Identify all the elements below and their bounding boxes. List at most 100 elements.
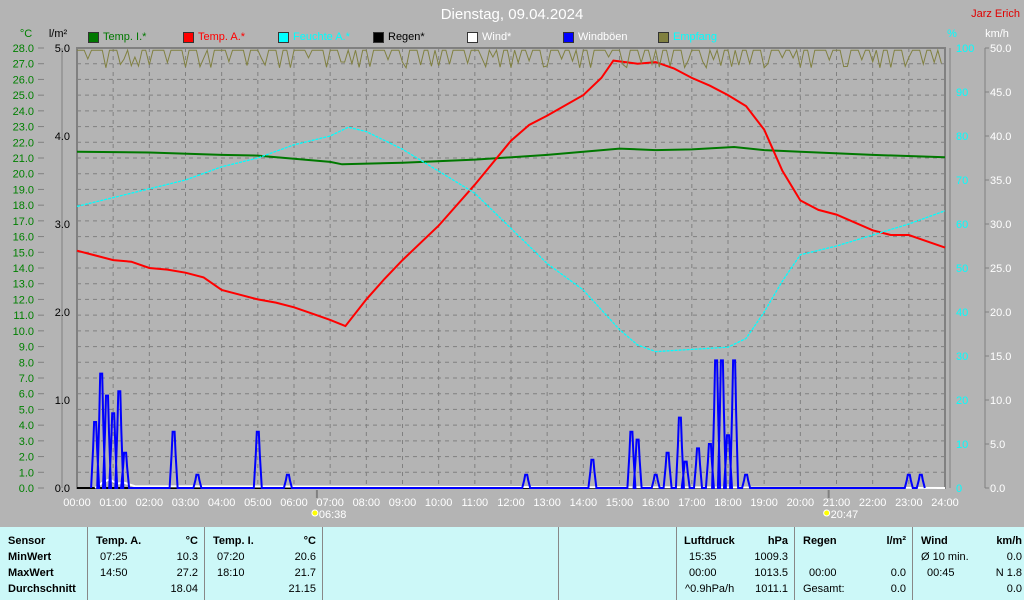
temp-i-min: 20.6 — [294, 551, 316, 563]
temp-tick-label: 3.0 — [19, 436, 34, 448]
col-pressure: Luftdruck hPa 15:35 1009.3 00:00 1013.5 … — [677, 527, 795, 600]
temp-tick-label: 17.0 — [13, 216, 34, 228]
temp-a-unit: °C — [185, 535, 198, 547]
legend-label: Temp. I.* — [103, 31, 147, 43]
series-empfang — [77, 48, 942, 70]
wind-unit: km/h — [996, 535, 1022, 547]
rain-header: Regen — [803, 535, 837, 547]
pressure-min: 1009.3 — [754, 551, 788, 563]
temp-tick-label: 8.0 — [19, 357, 34, 369]
series-windboeen — [90, 359, 926, 489]
temp-tick-label: 12.0 — [13, 294, 34, 306]
pressure-header: Luftdruck — [684, 535, 735, 547]
legend-swatch — [467, 31, 478, 43]
pressure-max-time: 00:00 — [689, 567, 717, 579]
col-rain: Regen l/m² 00:00 0.0 Gesamt: 0.0 — [795, 527, 913, 600]
x-tick-label: 18:00 — [714, 497, 742, 509]
temp-tick-label: 28.0 — [13, 43, 34, 55]
temp-i-min-time: 07:20 — [217, 551, 245, 563]
temp-tick-label: 7.0 — [19, 373, 34, 385]
wind-max-time: 00:45 — [927, 567, 955, 579]
temp-tick-label: 2.0 — [19, 452, 34, 464]
col-empty-1 — [323, 527, 559, 600]
x-tick-label: 08:00 — [353, 497, 381, 509]
x-tick-label: 19:00 — [750, 497, 778, 509]
x-tick-label: 11:00 — [461, 497, 488, 509]
temp-tick-label: 20.0 — [13, 169, 34, 181]
row-label-min: MinWert — [8, 551, 52, 563]
x-tick-label: 06:00 — [280, 497, 308, 509]
wind-tick-label: 15.0 — [990, 351, 1011, 363]
legend-swatch — [183, 31, 194, 43]
temp-tick-label: 10.0 — [13, 326, 34, 338]
temp-tick-label: 27.0 — [13, 59, 34, 71]
rain-total-label: Gesamt: — [803, 583, 845, 595]
temp-tick-label: 25.0 — [13, 90, 34, 102]
temp-axis-unit: °C — [20, 28, 32, 40]
x-tick-label: 14:00 — [570, 497, 598, 509]
legend-swatch — [658, 31, 669, 43]
col-temp-i: Temp. I. °C 07:20 20.6 18:10 21.7 21.15 — [205, 527, 323, 600]
wind-tick-label: 5.0 — [990, 439, 1005, 451]
temp-i-header: Temp. I. — [213, 535, 254, 547]
temp-tick-label: 23.0 — [13, 122, 34, 134]
temp-tick-label: 4.0 — [19, 420, 34, 432]
wind-axis-unit: km/h — [985, 28, 1009, 40]
rain-axis-unit: l/m² — [49, 28, 68, 40]
x-tick-label: 00:00 — [63, 497, 91, 509]
x-tick-label: 10:00 — [425, 497, 453, 509]
legend-label: Temp. A.* — [198, 31, 246, 43]
x-tick-label: 05:00 — [244, 497, 272, 509]
wind-tick-label: 10.0 — [990, 395, 1011, 407]
humidity-tick-label: 80 — [956, 131, 968, 143]
temp-i-unit: °C — [303, 535, 316, 547]
col-temp-a: Temp. A. °C 07:25 10.3 14:50 27.2 18.04 — [88, 527, 205, 600]
author-label: Jarz Erich — [971, 8, 1020, 20]
wind-extra: 0.0 — [1006, 583, 1022, 595]
humidity-tick-label: 50 — [956, 263, 968, 275]
pressure-max: 1013.5 — [754, 567, 788, 579]
rain-total: 0.0 — [890, 583, 906, 595]
humidity-tick-label: 60 — [956, 219, 968, 231]
grid — [76, 47, 946, 489]
rain-tick-label: 2.0 — [55, 307, 70, 319]
x-tick-label: 03:00 — [172, 497, 200, 509]
weather-chart: °C l/m²% km/h 0.0 1.0 2.0 3.0 4.0 5.0 6.0 7.0 8.0 9.… — [13, 28, 1012, 521]
wind-tick-label: 40.0 — [990, 131, 1011, 143]
x-tick-label: 13:00 — [533, 497, 561, 509]
x-tick-label: 23:00 — [895, 497, 923, 509]
wind-tick-label: 25.0 — [990, 263, 1011, 275]
temp-i-avg: 21.15 — [288, 583, 316, 595]
temp-tick-label: 18.0 — [13, 200, 34, 212]
temp-tick-label: 16.0 — [13, 232, 34, 244]
legend-swatch — [88, 31, 99, 43]
humidity-tick-label: 70 — [956, 175, 968, 187]
x-tick-label: 12:00 — [497, 497, 525, 509]
humidity-axis-unit: % — [947, 28, 957, 40]
temp-tick-label: 22.0 — [13, 137, 34, 149]
legend-label: Windböen — [578, 31, 628, 43]
rain-tick-label: 5.0 — [55, 43, 70, 55]
humidity-tick-label: 100 — [956, 43, 974, 55]
temp-tick-label: 14.0 — [13, 263, 34, 275]
wind-tick-label: 30.0 — [990, 219, 1011, 231]
wind-tick-label: 50.0 — [990, 43, 1011, 55]
rain-max-time: 00:00 — [809, 567, 837, 579]
row-label-avg: Durchschnitt — [8, 583, 76, 595]
legend-item: Temp. A.* — [183, 31, 245, 43]
temp-tick-label: 26.0 — [13, 74, 34, 86]
humidity-tick-label: 10 — [956, 439, 968, 451]
legend-label: Regen* — [388, 31, 425, 43]
sunset-label: 20:47 — [831, 509, 859, 521]
temp-tick-label: 21.0 — [13, 153, 34, 165]
temp-a-min: 10.3 — [176, 551, 198, 563]
rain-tick-label: 1.0 — [55, 395, 70, 407]
temp-a-header: Temp. A. — [96, 535, 142, 547]
temp-tick-label: 6.0 — [19, 389, 34, 401]
legend-swatch — [373, 31, 384, 43]
x-tick-label: 20:00 — [787, 497, 815, 509]
legend-label: Feuchte A.* — [293, 31, 350, 43]
sunset-icon — [823, 509, 831, 517]
humidity-tick-label: 30 — [956, 351, 968, 363]
x-tick-label: 01:00 — [99, 497, 127, 509]
